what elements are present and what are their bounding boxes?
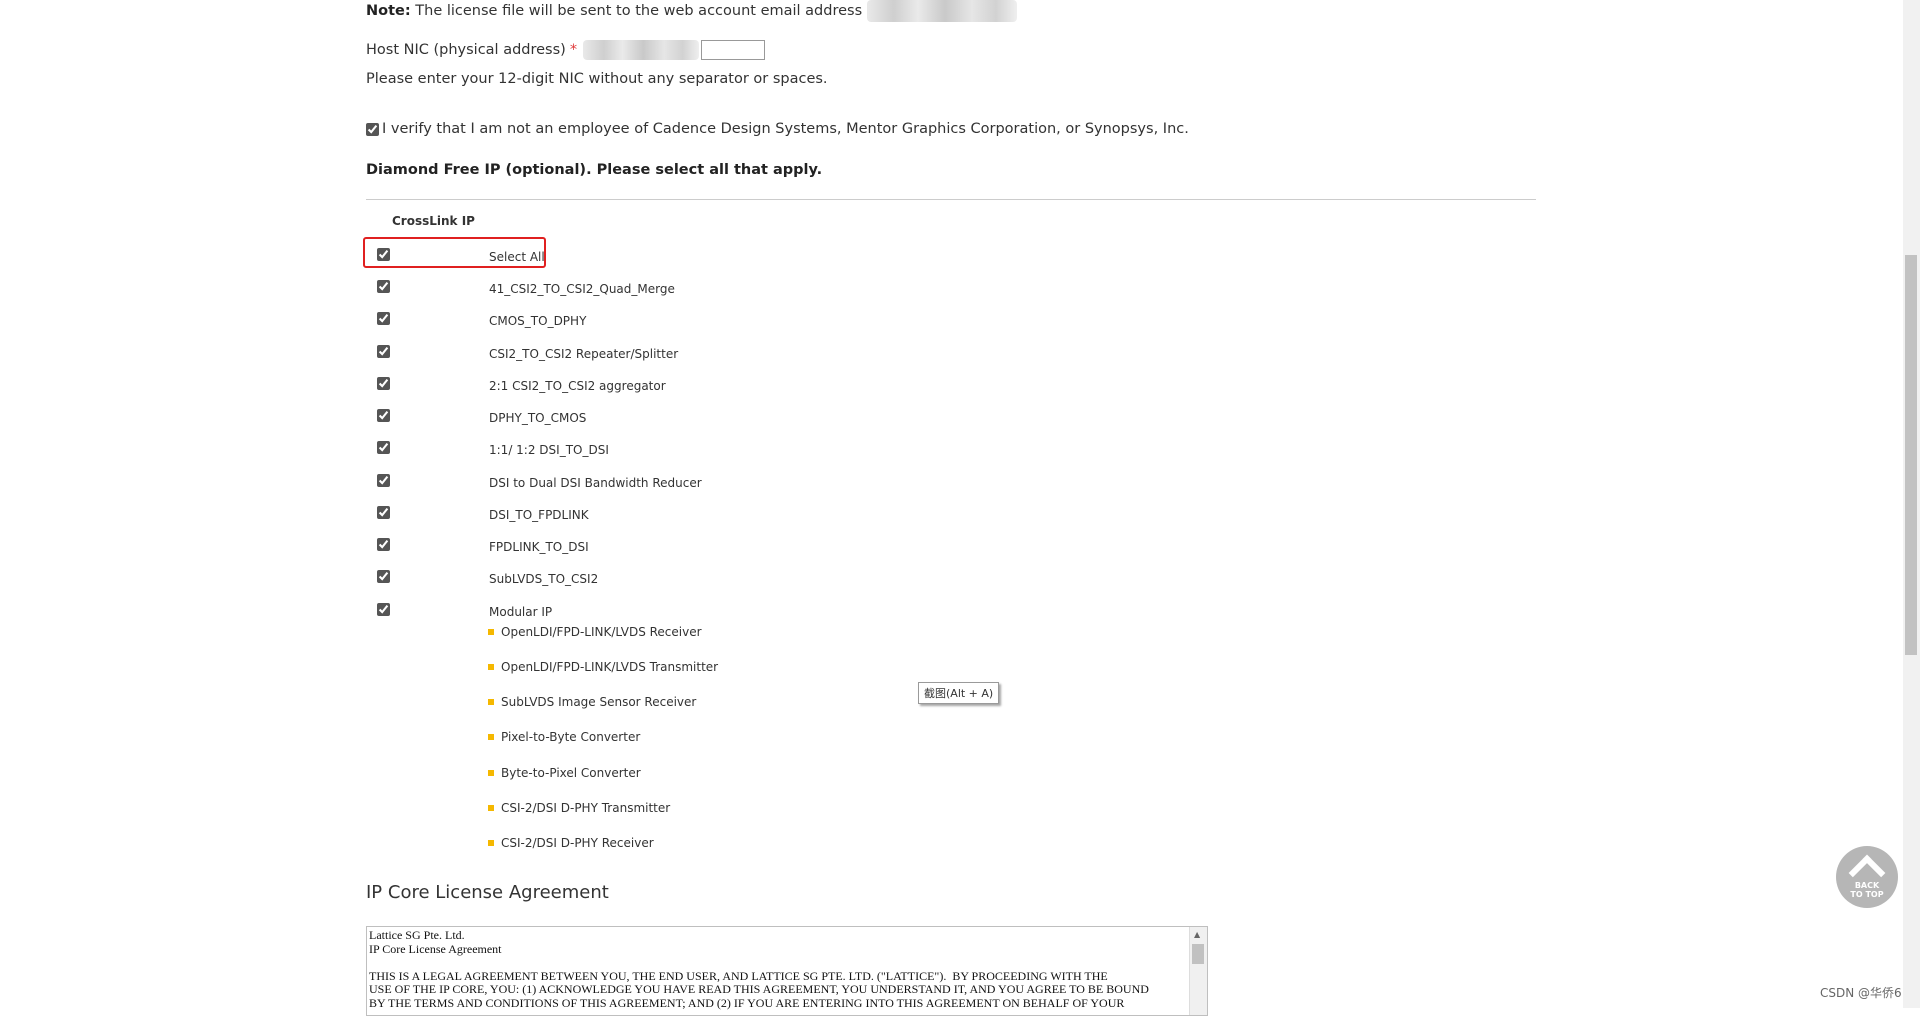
- license-heading: IP Core License Agreement: [366, 882, 609, 903]
- license-text: Lattice SG Pte. Ltd. IP Core License Agre…: [369, 928, 1184, 1010]
- ip-checkbox[interactable]: [377, 312, 390, 325]
- ip-row: 2:1 CSI2_TO_CSI2 aggregator: [366, 373, 926, 405]
- ip-checkbox[interactable]: [377, 280, 390, 293]
- modular-ip-label: SubLVDS Image Sensor Receiver: [501, 695, 697, 709]
- modular-ip-item: CSI-2/DSI D-PHY Receiver: [488, 836, 654, 850]
- ip-checkbox[interactable]: [377, 570, 390, 583]
- license-line: [369, 956, 1184, 970]
- note-text: The license file will be sent to the web…: [415, 3, 863, 19]
- ip-checkbox[interactable]: [377, 506, 390, 519]
- modular-ip-label: CSI-2/DSI D-PHY Receiver: [501, 836, 654, 850]
- host-nic-hint: Please enter your 12-digit NIC without a…: [366, 71, 828, 87]
- ip-checkbox[interactable]: [377, 345, 390, 358]
- section-divider: [366, 199, 1536, 200]
- modular-ip-item: OpenLDI/FPD-LINK/LVDS Transmitter: [488, 660, 718, 674]
- modular-ip-item: Byte-to-Pixel Converter: [488, 766, 641, 780]
- license-line: Lattice SG Pte. Ltd.: [369, 928, 465, 942]
- modular-ip-label: Byte-to-Pixel Converter: [501, 766, 641, 780]
- bullet-icon: [488, 734, 494, 740]
- modular-ip-item: SubLVDS Image Sensor Receiver: [488, 695, 696, 709]
- host-nic-row: Host NIC (physical address) *: [366, 40, 766, 60]
- ip-label: Modular IP: [489, 605, 553, 619]
- redacted-email: [866, 0, 1017, 22]
- select-all-label: Select All: [489, 250, 545, 264]
- bullet-icon: [488, 664, 494, 670]
- bullet-icon: [488, 840, 494, 846]
- page-scrollbar[interactable]: [1903, 0, 1920, 1008]
- license-request-page: Note: The license file will be sent to t…: [0, 0, 1920, 1016]
- ip-label: SubLVDS_TO_CSI2: [489, 572, 599, 586]
- host-nic-input[interactable]: [701, 40, 766, 60]
- ip-row: CMOS_TO_DPHY: [366, 308, 926, 340]
- scroll-up-icon[interactable]: ▲: [1194, 930, 1200, 939]
- ip-checkbox[interactable]: [377, 538, 390, 551]
- ip-label: CSI2_TO_CSI2 Repeater/Splitter: [489, 347, 679, 361]
- back-to-top-line2: TO TOP: [1850, 890, 1884, 899]
- ip-row: SubLVDS_TO_CSI2: [366, 566, 926, 598]
- verify-text: I verify that I am not an employee of Ca…: [382, 121, 1189, 137]
- ip-row: CSI2_TO_CSI2 Repeater/Splitter: [366, 341, 926, 373]
- bullet-icon: [488, 699, 494, 705]
- back-to-top-button[interactable]: BACK TO TOP: [1836, 846, 1898, 908]
- modular-ip-label: OpenLDI/FPD-LINK/LVDS Receiver: [501, 625, 702, 639]
- note-label: Note:: [366, 3, 411, 19]
- license-scroll-thumb[interactable]: [1192, 944, 1204, 964]
- ip-row: 41_CSI2_TO_CSI2_Quad_Merge: [366, 276, 926, 308]
- back-to-top-line1: BACK: [1854, 881, 1880, 890]
- modular-ip-item: Pixel-to-Byte Converter: [488, 730, 640, 744]
- ip-checkbox[interactable]: [377, 409, 390, 422]
- ip-checkbox[interactable]: [377, 377, 390, 390]
- license-textarea[interactable]: Lattice SG Pte. Ltd. IP Core License Agre…: [366, 926, 1208, 1016]
- ip-row: DSI_TO_FPDLINK: [366, 502, 926, 534]
- required-mark: *: [569, 42, 578, 58]
- ip-label: DSI to Dual DSI Bandwidth Reducer: [489, 476, 702, 490]
- redacted-nic-value: [583, 40, 700, 60]
- bullet-icon: [488, 770, 494, 776]
- ip-checkbox[interactable]: [377, 441, 390, 454]
- free-ip-heading: Diamond Free IP (optional). Please selec…: [366, 162, 823, 178]
- ip-label: 41_CSI2_TO_CSI2_Quad_Merge: [489, 282, 675, 296]
- page-scroll-thumb[interactable]: [1905, 255, 1917, 655]
- ip-row: DSI to Dual DSI Bandwidth Reducer: [366, 470, 926, 502]
- license-line: IP Core License Agreement: [369, 941, 502, 956]
- verify-checkbox[interactable]: [366, 122, 379, 136]
- bullet-icon: [488, 805, 494, 811]
- modular-ip-item: CSI-2/DSI D-PHY Transmitter: [488, 801, 670, 815]
- ip-label: FPDLINK_TO_DSI: [489, 540, 589, 554]
- crosslink-ip-heading: CrossLink IP: [392, 214, 475, 228]
- email-note: Note: The license file will be sent to t…: [366, 0, 1017, 22]
- modular-ip-label: Pixel-to-Byte Converter: [501, 730, 641, 744]
- ip-label: 2:1 CSI2_TO_CSI2 aggregator: [489, 379, 666, 393]
- select-all-row: Select All: [366, 244, 926, 276]
- ip-label: DPHY_TO_CMOS: [489, 411, 587, 425]
- modular-ip-label: OpenLDI/FPD-LINK/LVDS Transmitter: [501, 660, 719, 674]
- ip-checkbox[interactable]: [377, 474, 390, 487]
- host-nic-label: Host NIC (physical address): [366, 42, 566, 58]
- ip-row: FPDLINK_TO_DSI: [366, 534, 926, 566]
- ip-label: DSI_TO_FPDLINK: [489, 508, 589, 522]
- modular-ip-item: OpenLDI/FPD-LINK/LVDS Receiver: [488, 625, 702, 639]
- license-line: USE OF THE IP CORE, YOU: (1) ACKNOWLEDGE…: [369, 982, 1149, 996]
- license-line: THIS IS A LEGAL AGREEMENT BETWEEN YOU, T…: [369, 968, 1108, 983]
- ip-label: 1:1/ 1:2 DSI_TO_DSI: [489, 443, 609, 457]
- csdn-watermark: CSDN @华侨6: [1820, 986, 1902, 1000]
- ip-row: DPHY_TO_CMOS: [366, 405, 926, 437]
- license-scrollbar[interactable]: ▲: [1189, 927, 1207, 1015]
- ip-label: CMOS_TO_DPHY: [489, 314, 587, 328]
- verify-row: I verify that I am not an employee of Ca…: [366, 121, 1189, 137]
- ip-checkbox[interactable]: [377, 603, 390, 616]
- screenshot-tooltip: 截图(Alt + A): [918, 682, 1000, 704]
- modular-ip-label: CSI-2/DSI D-PHY Transmitter: [501, 801, 671, 815]
- ip-row: 1:1/ 1:2 DSI_TO_DSI: [366, 437, 926, 469]
- bullet-icon: [488, 629, 494, 635]
- select-all-checkbox[interactable]: [377, 248, 390, 261]
